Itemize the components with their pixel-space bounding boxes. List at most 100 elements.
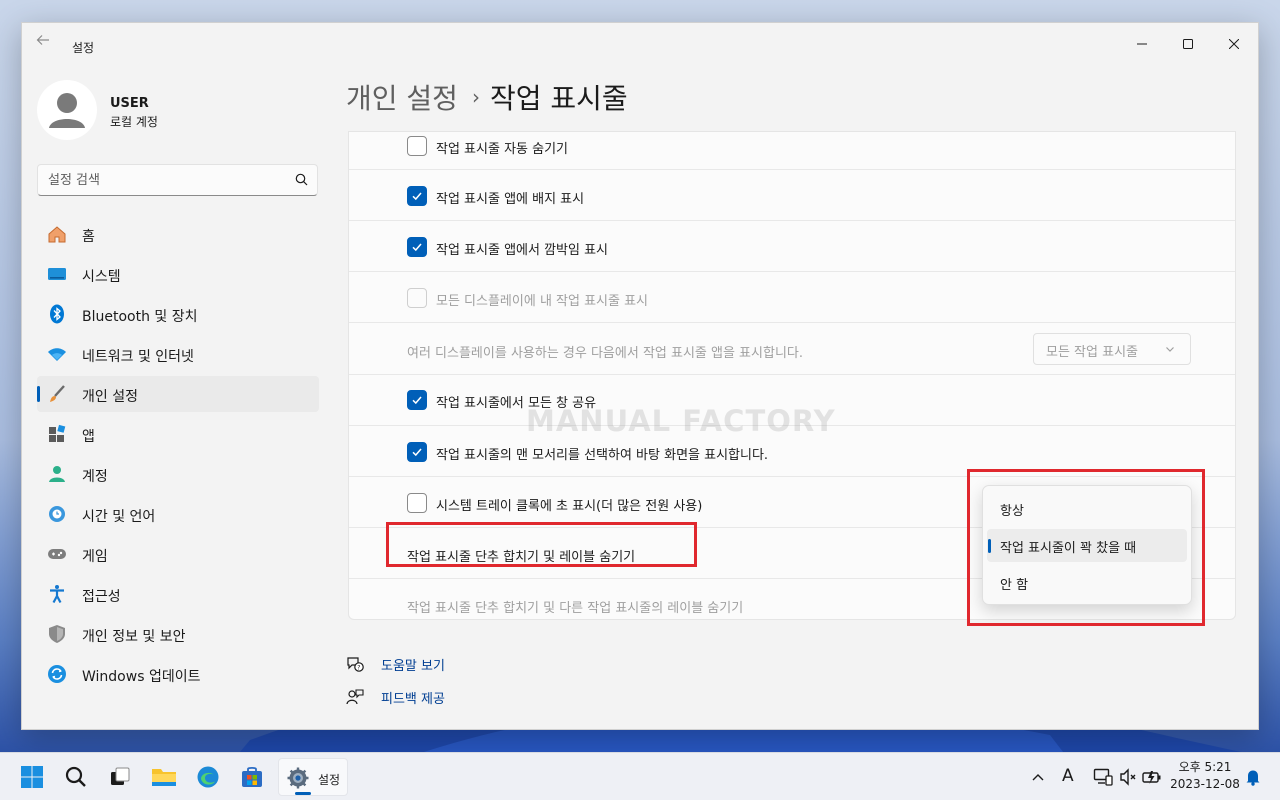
system-clock[interactable]: 오후 5:21 2023-12-08 [1170,759,1240,793]
clock-seconds-checkbox[interactable] [407,493,427,513]
notification-button[interactable] [1245,767,1261,787]
setting-row-all-displays: 모든 디스플레이에 내 작업 표시줄 표시 [349,272,1235,323]
title-bar: 설정 [22,23,1258,57]
show-desktop-checkbox[interactable] [407,442,427,462]
sidebar-item-label: 게임 [82,549,108,565]
accessibility-icon [50,585,64,604]
highlight-box-combine-label [386,522,697,567]
sidebar-item-label: 시스템 [82,269,121,285]
arrow-left-icon [36,35,49,45]
sidebar-item-label: 개인 설정 [82,389,138,405]
time-language-icon [49,506,65,522]
minimize-icon [1137,43,1147,45]
store-button[interactable] [238,763,266,791]
check-icon [412,243,422,252]
sidebar-item-label: 접근성 [82,589,121,605]
sidebar-item-personalization[interactable]: 개인 설정 [37,376,319,412]
edge-browser-button[interactable] [194,763,222,791]
sidebar-item-gaming[interactable]: 게임 [37,536,319,572]
volume-tray-button[interactable] [1119,767,1139,787]
setting-row-flashing[interactable]: 작업 표시줄 앱에서 깜박임 표시 [349,221,1235,272]
close-icon [1229,39,1239,49]
edge-icon [197,766,219,788]
gamepad-icon [48,549,66,559]
sidebar-item-accessibility[interactable]: 접근성 [37,576,319,612]
setting-row-multi-display: 여러 디스플레이를 사용하는 경우 다음에서 작업 표시줄 앱을 표시합니다. … [349,323,1235,375]
help-icon: ? [347,657,364,672]
file-explorer-button[interactable] [150,763,178,791]
sidebar-item-label: 시간 및 언어 [82,509,156,525]
bell-icon [1246,770,1260,786]
maximize-button[interactable] [1165,29,1211,59]
setting-label: 작업 표시줄 단추 합치기 및 다른 작업 표시줄의 레이블 숨기기 [407,601,744,616]
battery-tray-button[interactable] [1142,767,1162,787]
page-title: 개인 설정 › 작업 표시줄 [346,77,628,117]
setting-label: 작업 표시줄 자동 숨기기 [436,142,568,157]
gear-icon [287,767,309,789]
start-button[interactable] [18,763,46,791]
windows-logo-icon [21,766,43,788]
setting-row-badges[interactable]: 작업 표시줄 앱에 배지 표시 [349,170,1235,221]
wifi-icon [48,348,66,361]
setting-label: 여러 디스플레이를 사용하는 경우 다음에서 작업 표시줄 앱을 표시합니다. [407,346,803,361]
task-view-button[interactable] [106,763,134,791]
close-button[interactable] [1211,29,1257,59]
search-input[interactable] [48,171,278,189]
sidebar-item-time-language[interactable]: 시간 및 언어 [37,496,319,532]
badges-checkbox[interactable] [407,186,427,206]
sidebar-item-apps[interactable]: 앱 [37,416,319,452]
bluetooth-icon [50,304,64,324]
auto-hide-checkbox[interactable] [407,136,427,156]
taskbar-settings-app[interactable]: 설정 [278,758,348,796]
sidebar-item-label: 앱 [82,429,95,445]
give-feedback-label: 피드백 제공 [381,692,445,707]
minimize-button[interactable] [1119,29,1165,59]
sidebar-item-label: 홈 [82,229,95,245]
account-type: 로컬 계정 [110,115,158,129]
taskbar-search-button[interactable] [62,763,90,791]
sidebar-item-label: Bluetooth 및 장치 [82,309,198,325]
window-title: 설정 [72,41,95,55]
maximize-icon [1183,39,1193,49]
settings-window: 설정 USER 로컬 계정 홈 시스템 [21,22,1259,730]
check-icon [412,192,422,201]
feedback-icon [346,689,364,705]
speaker-muted-icon [1120,768,1136,786]
tray-overflow-button[interactable] [1031,767,1045,787]
sidebar-item-label: Windows 업데이트 [82,669,201,685]
setting-label: 시스템 트레이 클록에 초 표시(더 많은 전원 사용) [436,499,703,514]
user-avatar-icon [49,93,85,128]
share-window-checkbox[interactable] [407,390,427,410]
sidebar-item-network[interactable]: 네트워크 및 인터넷 [37,336,319,372]
all-displays-checkbox [407,288,427,308]
search-icon [65,766,86,787]
ime-indicator[interactable]: A [1062,766,1074,786]
sidebar-item-privacy[interactable]: 개인 정보 및 보안 [37,616,319,652]
check-icon [412,448,422,457]
sidebar-item-system[interactable]: 시스템 [37,256,319,292]
clock-time: 오후 5:21 [1178,760,1232,774]
select-value: 모든 작업 표시줄 [1046,345,1138,360]
flashing-checkbox[interactable] [407,237,427,257]
sidebar-item-windows-update[interactable]: Windows 업데이트 [37,656,319,692]
sidebar-item-bluetooth[interactable]: Bluetooth 및 장치 [37,296,319,332]
breadcrumb-separator: › [471,85,480,109]
avatar[interactable] [37,80,97,140]
sidebar-item-accounts[interactable]: 계정 [37,456,319,492]
sidebar-item-label: 네트워크 및 인터넷 [82,349,194,365]
multi-display-select: 모든 작업 표시줄 [1033,333,1191,365]
setting-label: 작업 표시줄 앱에서 깜박임 표시 [436,243,609,258]
breadcrumb-parent[interactable]: 개인 설정 [346,82,458,115]
network-tray-button[interactable] [1093,767,1113,787]
sidebar-item-label: 계정 [82,469,108,485]
search-icon[interactable] [294,172,310,188]
folder-icon [152,769,176,786]
back-button[interactable] [36,33,56,49]
breadcrumb-current: 작업 표시줄 [489,82,628,115]
sidebar-item-home[interactable]: 홈 [37,216,319,252]
setting-row-auto-hide[interactable]: 작업 표시줄 자동 숨기기 [349,132,1235,170]
search-box[interactable] [37,164,318,196]
sidebar-nav: 홈 시스템 Bluetooth 및 장치 네트워크 및 인터넷 개인 설정 앱 … [37,216,319,696]
shield-icon [49,625,65,643]
task-view-icon [111,767,130,785]
